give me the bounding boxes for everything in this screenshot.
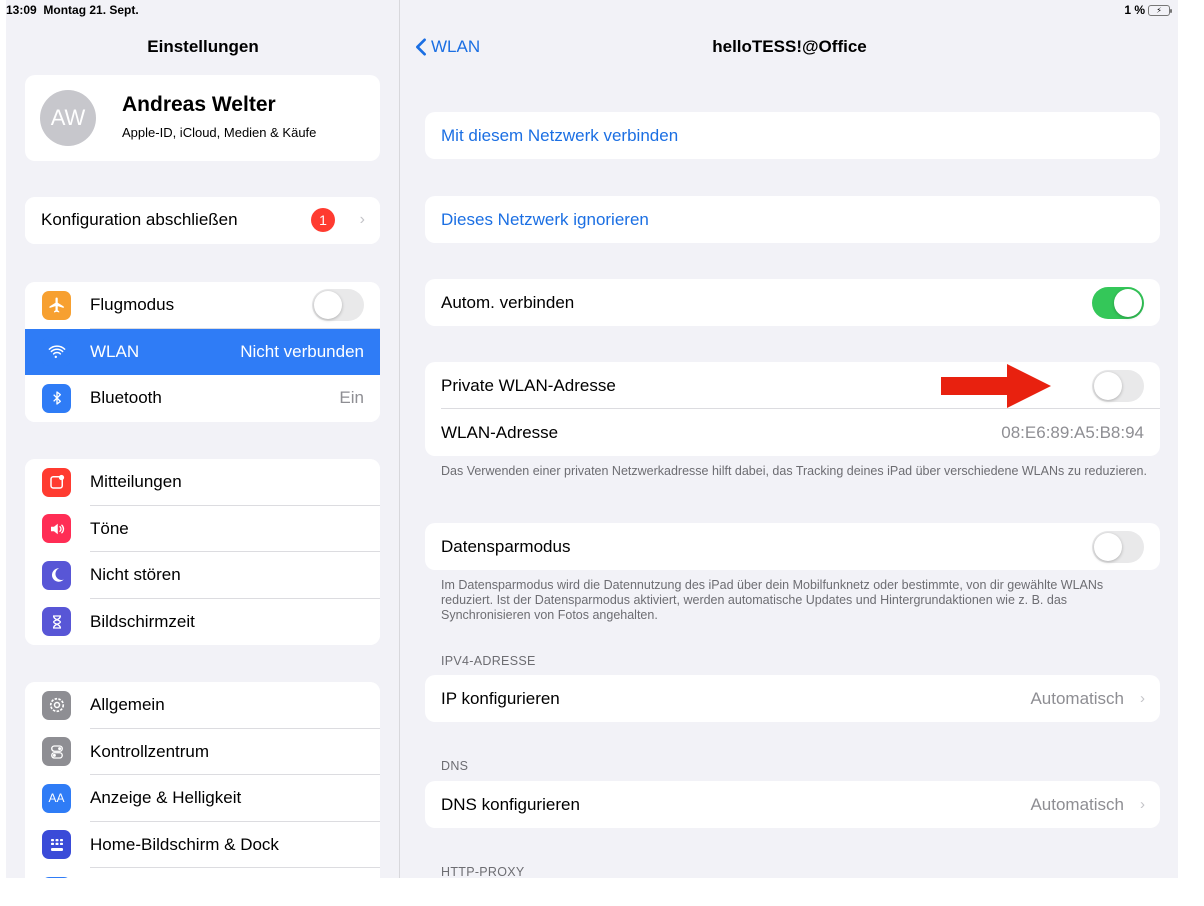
dns-config-card: DNS konfigurieren Automatisch ›	[425, 781, 1160, 828]
private-address-toggle[interactable]	[1092, 369, 1144, 402]
hourglass-icon	[42, 607, 71, 637]
dns-config-label: DNS konfigurieren	[441, 794, 580, 814]
private-address-label: Private WLAN-Adresse	[441, 375, 616, 395]
auto-join-toggle[interactable]	[1092, 286, 1144, 319]
app-icon	[42, 876, 71, 878]
ip-config-row[interactable]: IP konfigurieren Automatisch ›	[425, 675, 1160, 722]
auto-join-label: Autom. verbinden	[441, 292, 575, 312]
forget-network-label: Dieses Netzwerk ignorieren	[441, 209, 649, 229]
sidebar-item-flugmodus[interactable]: Flugmodus	[25, 282, 380, 329]
battery-charging-icon: ⚡	[1148, 4, 1172, 16]
forget-network-button[interactable]: Dieses Netzwerk ignorieren	[425, 196, 1160, 243]
wlan-address-value: 08:E6:89:A5:B8:94	[1001, 422, 1144, 442]
low-data-footnote: Im Datensparmodus wird die Datennutzung …	[441, 578, 1104, 622]
status-time: 13:09	[6, 3, 37, 17]
wlan-address-row: WLAN-Adresse 08:E6:89:A5:B8:94	[425, 409, 1160, 456]
bluetooth-icon	[42, 383, 71, 413]
airplane-icon	[42, 290, 71, 320]
sidebar-item-label: Nicht stören	[90, 565, 181, 585]
ip-config-value: Automatisch	[1030, 688, 1124, 708]
chevron-right-icon: ›	[1140, 690, 1145, 707]
chevron-right-icon: ›	[359, 211, 365, 229]
auto-join-card: Autom. verbinden	[425, 279, 1160, 326]
forget-card: Dieses Netzwerk ignorieren	[425, 196, 1160, 243]
sidebar-item-label: Home-Bildschirm & Dock	[90, 834, 279, 854]
notification-badge: 1	[311, 208, 335, 233]
bluetooth-status-value: Ein	[339, 388, 364, 408]
status-time-date: 13:09 Montag 21. Sept.	[6, 3, 139, 17]
sidebar-item-partial[interactable]	[25, 868, 380, 878]
sidebar-item-label: Mitteilungen	[90, 472, 182, 492]
http-proxy-section-header: HTTP-PROXY	[441, 865, 525, 878]
sidebar-item-bildschirmzeit[interactable]: Bildschirmzeit	[25, 598, 380, 645]
finish-configuration-label: Konfiguration abschließen	[41, 210, 238, 230]
chevron-right-icon: ›	[1140, 796, 1145, 813]
ipv4-section-header: IPV4-ADRESSE	[441, 654, 536, 668]
status-battery: 1 % ⚡	[1124, 3, 1172, 17]
network-title: helloTESS!@Office	[712, 37, 867, 56]
red-arrow-annotation	[941, 364, 1051, 408]
low-data-toggle[interactable]	[1092, 530, 1144, 563]
sidebar-item-anzeige[interactable]: AA Anzeige & Helligkeit	[25, 775, 380, 822]
connect-network-label: Mit diesem Netzwerk verbinden	[441, 125, 679, 145]
private-address-footnote: Das Verwenden einer privaten Netzwerkadr…	[441, 464, 1147, 478]
wlan-address-label: WLAN-Adresse	[441, 422, 559, 442]
sidebar-item-kontrollzentrum[interactable]: Kontrollzentrum	[25, 728, 380, 775]
wlan-status-value: Nicht verbunden	[240, 341, 364, 361]
gear-icon	[42, 690, 71, 720]
sidebar-item-label: Allgemein	[90, 695, 165, 715]
low-data-label: Datensparmodus	[441, 536, 571, 556]
sidebar-item-bluetooth[interactable]: Bluetooth Ein	[25, 375, 380, 422]
sidebar-item-allgemein[interactable]: Allgemein	[25, 682, 380, 729]
profile-subtitle: Apple-ID, iCloud, Medien & Käufe	[122, 125, 317, 140]
dns-config-value: Automatisch	[1030, 794, 1124, 814]
sidebar-item-label: Kontrollzentrum	[90, 741, 210, 761]
avatar: AW	[40, 90, 96, 146]
dns-section-header: DNS	[441, 759, 469, 773]
low-data-row: Datensparmodus	[425, 523, 1160, 570]
apple-id-profile[interactable]: AW Andreas Welter Apple-ID, iCloud, Medi…	[25, 75, 380, 161]
sidebar-item-nicht-stoeren[interactable]: Nicht stören	[25, 552, 380, 599]
sidebar-item-home-bildschirm[interactable]: Home-Bildschirm & Dock	[25, 821, 380, 868]
low-data-card: Datensparmodus	[425, 523, 1160, 570]
notifications-group: Mitteilungen Töne Nicht stören Bildschir…	[25, 459, 380, 645]
sidebar-item-wlan[interactable]: WLAN Nicht verbunden	[25, 328, 380, 375]
notifications-icon	[42, 467, 71, 497]
sidebar-item-label: Flugmodus	[90, 295, 175, 315]
control-center-icon	[42, 737, 71, 767]
moon-icon	[42, 560, 71, 590]
settings-sidebar: 13:09 Montag 21. Sept. Einstellungen AW …	[6, 0, 400, 878]
sidebar-item-label: WLAN	[90, 341, 140, 361]
ip-config-card: IP konfigurieren Automatisch ›	[425, 675, 1160, 722]
dns-config-row[interactable]: DNS konfigurieren Automatisch ›	[425, 781, 1160, 828]
home-screen-icon	[42, 830, 71, 860]
connectivity-group: Flugmodus WLAN Nicht verbunden Bluetooth…	[25, 282, 380, 422]
connect-card: Mit diesem Netzwerk verbinden	[425, 112, 1160, 159]
battery-percentage: 1 %	[1124, 3, 1145, 17]
sidebar-item-label: Bildschirmzeit	[90, 611, 195, 631]
sounds-icon	[42, 514, 71, 544]
wifi-icon	[42, 337, 71, 367]
finish-configuration-row[interactable]: Konfiguration abschließen 1 ›	[25, 197, 380, 244]
profile-name: Andreas Welter	[122, 93, 276, 116]
auto-join-row: Autom. verbinden	[425, 279, 1160, 326]
wifi-detail-pane: 1 % ⚡ WLAN helloTESS!@Office Mit diesem …	[401, 0, 1178, 878]
sidebar-item-toene[interactable]: Töne	[25, 505, 380, 552]
display-icon: AA	[42, 783, 71, 813]
config-card: Konfiguration abschließen 1 ›	[25, 197, 380, 244]
ip-config-label: IP konfigurieren	[441, 688, 560, 708]
sidebar-item-label: Anzeige & Helligkeit	[90, 788, 242, 808]
sidebar-item-mitteilungen[interactable]: Mitteilungen	[25, 459, 380, 506]
sidebar-item-label: Töne	[90, 518, 129, 538]
sidebar-title: Einstellungen	[147, 37, 259, 56]
status-date: Montag 21. Sept.	[43, 3, 139, 17]
sidebar-item-label: Bluetooth	[90, 388, 162, 408]
ipad-screen: 13:09 Montag 21. Sept. Einstellungen AW …	[6, 0, 1178, 878]
connect-network-button[interactable]: Mit diesem Netzwerk verbinden	[425, 112, 1160, 159]
airplane-mode-toggle[interactable]	[312, 289, 364, 322]
general-group: Allgemein Kontrollzentrum AA Anzeige & H…	[25, 682, 380, 878]
